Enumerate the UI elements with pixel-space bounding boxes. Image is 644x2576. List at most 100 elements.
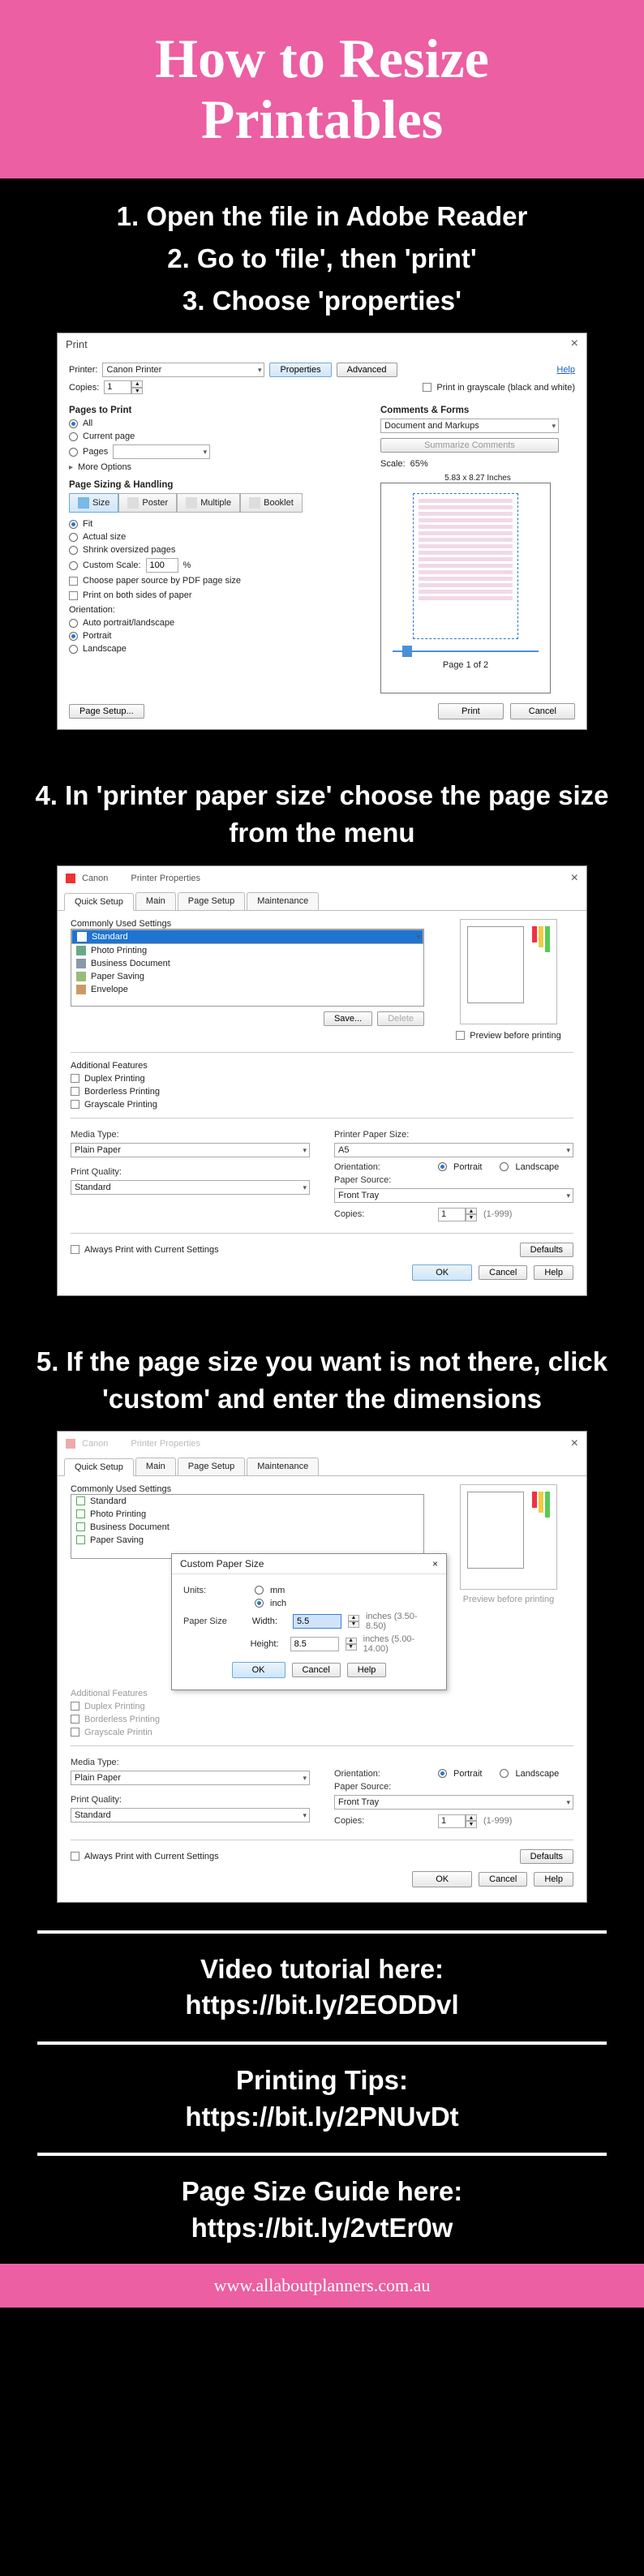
source-select[interactable]: Front Tray: [334, 1188, 573, 1203]
footer-url[interactable]: www.allaboutplanners.com.au: [0, 2264, 644, 2308]
grayscale-label: Print in grayscale (black and white): [436, 383, 575, 393]
print-preview: Page 1 of 2: [380, 483, 551, 693]
pp-radio-landscape[interactable]: [500, 1162, 509, 1171]
tab-page-setup2[interactable]: Page Setup: [178, 1458, 246, 1475]
settings-listbox[interactable]: Standard Photo Printing Business Documen…: [71, 929, 424, 1007]
custom-cancel-button[interactable]: Cancel: [292, 1663, 341, 1677]
tab-multiple[interactable]: Multiple: [177, 493, 240, 513]
links-section: Video tutorial here: https://bit.ly/2EOD…: [0, 1930, 644, 2264]
media-select[interactable]: Plain Paper: [71, 1143, 310, 1157]
defaults-button[interactable]: Defaults: [520, 1243, 573, 1257]
settings-listbox2[interactable]: Standard Photo Printing Business Documen…: [71, 1494, 424, 1559]
step-5-section: 5. If the page size you want is not ther…: [0, 1324, 644, 1930]
close-icon[interactable]: ×: [571, 337, 578, 351]
help-link[interactable]: Help: [556, 365, 575, 375]
tab-main2[interactable]: Main: [135, 1458, 176, 1475]
step-5: 5. If the page size you want is not ther…: [24, 1343, 620, 1418]
pp2-copies-spinner[interactable]: 1▲▼: [438, 1814, 477, 1828]
save-button[interactable]: Save...: [324, 1011, 372, 1026]
tab-main[interactable]: Main: [135, 892, 176, 910]
both-sides-checkbox[interactable]: [69, 591, 78, 600]
always-checkbox2[interactable]: [71, 1852, 79, 1861]
radio-shrink[interactable]: [69, 546, 78, 555]
orientation-label: Orientation:: [69, 605, 364, 615]
cancel-button[interactable]: Cancel: [510, 703, 575, 719]
video-url[interactable]: https://bit.ly/2EODDvl: [24, 1987, 620, 2024]
copies-spinner[interactable]: 1 ▲▼: [104, 380, 143, 394]
tab-quick-setup2[interactable]: Quick Setup: [64, 1458, 134, 1476]
pp2-radio-landscape[interactable]: [500, 1769, 509, 1778]
print-button[interactable]: Print: [438, 703, 504, 719]
tab-quick-setup[interactable]: Quick Setup: [64, 893, 134, 911]
tab-poster[interactable]: Poster: [118, 493, 177, 513]
custom-scale-input[interactable]: [146, 558, 178, 573]
radio-actual[interactable]: [69, 533, 78, 542]
radio-portrait[interactable]: [69, 632, 78, 641]
pp-help-button[interactable]: Help: [534, 1265, 573, 1280]
pp2-radio-portrait[interactable]: [438, 1769, 447, 1778]
additional-label: Additional Features: [71, 1061, 573, 1071]
tab-page-setup[interactable]: Page Setup: [178, 892, 246, 910]
custom-help-button[interactable]: Help: [347, 1663, 387, 1677]
custom-ok-button[interactable]: OK: [232, 1662, 286, 1678]
summarize-button[interactable]: Summarize Comments: [380, 438, 559, 453]
preview-checkbox[interactable]: [456, 1031, 465, 1040]
advanced-button[interactable]: Advanced: [337, 363, 397, 377]
width-input[interactable]: [293, 1614, 341, 1629]
guide-url[interactable]: https://bit.ly/2vtEr0w: [24, 2210, 620, 2247]
borderless-checkbox[interactable]: [71, 1087, 79, 1096]
tips-url[interactable]: https://bit.ly/2PNUvDt: [24, 2099, 620, 2136]
choose-source-checkbox[interactable]: [69, 577, 78, 586]
pages-input[interactable]: [113, 444, 210, 459]
duplex-checkbox[interactable]: [71, 1074, 79, 1083]
tab-size[interactable]: Size: [69, 493, 118, 513]
paper-size-select[interactable]: A5: [334, 1143, 573, 1157]
height-input[interactable]: [290, 1637, 339, 1651]
always-checkbox[interactable]: [71, 1245, 79, 1254]
radio-auto-orient[interactable]: [69, 619, 78, 628]
printer-select[interactable]: Canon Printer: [102, 363, 264, 377]
pp2-help-button[interactable]: Help: [534, 1872, 573, 1887]
doc-size: 5.83 x 8.27 Inches: [380, 474, 575, 483]
tab-maintenance[interactable]: Maintenance: [247, 892, 319, 910]
steps-1-3: 1. Open the file in Adobe Reader 2. Go t…: [0, 178, 644, 758]
video-label: Video tutorial here:: [24, 1951, 620, 1988]
pp-copies-spinner[interactable]: 1▲▼: [438, 1208, 477, 1221]
page-slider[interactable]: [393, 650, 539, 652]
source-select2[interactable]: Front Tray: [334, 1795, 573, 1810]
tips-label: Printing Tips:: [24, 2063, 620, 2099]
properties-button[interactable]: Properties: [269, 363, 331, 377]
pp2-cancel-button[interactable]: Cancel: [479, 1872, 527, 1887]
ok-button[interactable]: OK: [412, 1264, 472, 1281]
close-icon[interactable]: ×: [571, 1436, 578, 1451]
page-setup-button[interactable]: Page Setup...: [69, 704, 144, 719]
comments-select[interactable]: Document and Markups: [380, 419, 559, 433]
radio-fit[interactable]: [69, 520, 78, 529]
radio-pages[interactable]: [69, 448, 78, 457]
quality-select[interactable]: Standard: [71, 1180, 310, 1195]
pp-cancel-button[interactable]: Cancel: [479, 1265, 527, 1280]
radio-landscape[interactable]: [69, 645, 78, 654]
close-icon[interactable]: ×: [571, 871, 578, 886]
quality-select2[interactable]: Standard: [71, 1808, 310, 1823]
radio-custom-scale[interactable]: [69, 561, 78, 570]
step-1: 1. Open the file in Adobe Reader: [24, 198, 620, 235]
more-options[interactable]: More Options: [78, 462, 131, 472]
radio-mm[interactable]: [255, 1586, 264, 1595]
media-select2[interactable]: Plain Paper: [71, 1771, 310, 1785]
tab-booklet[interactable]: Booklet: [240, 493, 303, 513]
pp-title-text: Printer Properties: [131, 874, 200, 883]
defaults-button2[interactable]: Defaults: [520, 1849, 573, 1864]
radio-current[interactable]: [69, 432, 78, 441]
ok-button2[interactable]: OK: [412, 1871, 472, 1887]
grayscale-checkbox[interactable]: [423, 383, 431, 392]
grayscale-pp-checkbox[interactable]: [71, 1100, 79, 1109]
close-icon[interactable]: ×: [432, 1558, 438, 1569]
delete-button[interactable]: Delete: [377, 1011, 424, 1026]
step-2: 2. Go to 'file', then 'print': [24, 240, 620, 277]
tab-maintenance2[interactable]: Maintenance: [247, 1458, 319, 1475]
pp-radio-portrait[interactable]: [438, 1162, 447, 1171]
radio-inch[interactable]: [255, 1599, 264, 1608]
custom-paper-popup: Custom Paper Size × Units: mm inch Paper…: [171, 1553, 447, 1690]
radio-all[interactable]: [69, 419, 78, 428]
